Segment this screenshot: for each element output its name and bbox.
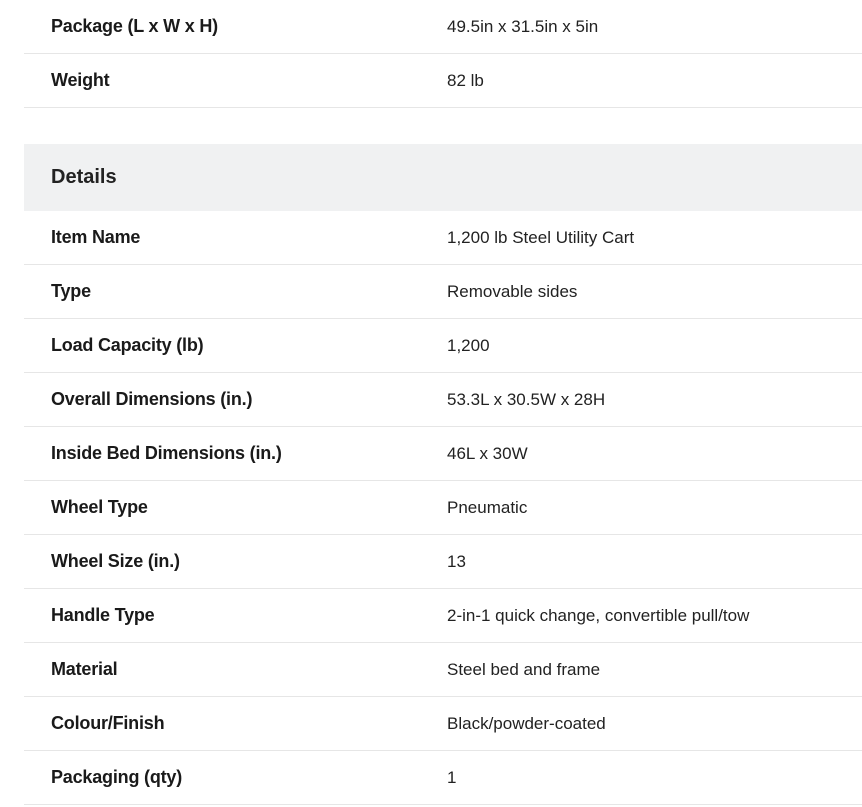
spec-value: Pneumatic [447, 498, 528, 517]
spec-row-packaging-qty: Packaging (qty) 1 [24, 751, 862, 805]
spec-value: 13 [447, 552, 466, 571]
spec-label: Load Capacity (lb) [51, 335, 204, 355]
spec-row-package-dimensions: Package (L x W x H) 49.5in x 31.5in x 5i… [24, 0, 862, 54]
spec-row-wheel-type: Wheel Type Pneumatic [24, 481, 862, 535]
spec-label: Wheel Type [51, 497, 148, 517]
spec-label: Type [51, 281, 91, 301]
spec-label: Package (L x W x H) [51, 16, 218, 36]
spec-row-handle-type: Handle Type 2-in-1 quick change, convert… [24, 589, 862, 643]
spec-value: Removable sides [447, 282, 578, 301]
spec-label: Overall Dimensions (in.) [51, 389, 253, 409]
spec-value: 1 [447, 768, 457, 787]
spec-row-material: Material Steel bed and frame [24, 643, 862, 697]
spec-value: 1,200 lb Steel Utility Cart [447, 228, 635, 247]
spec-row-wheel-size: Wheel Size (in.) 13 [24, 535, 862, 589]
spec-row-inside-bed-dimensions: Inside Bed Dimensions (in.) 46L x 30W [24, 427, 862, 481]
spec-row-weight: Weight 82 lb [24, 54, 862, 108]
spec-value: Steel bed and frame [447, 660, 601, 679]
spec-value: 46L x 30W [447, 444, 528, 463]
spec-value: 82 lb [447, 71, 484, 90]
spec-label: Handle Type [51, 605, 155, 625]
spec-value: 1,200 [447, 336, 490, 355]
spec-label: Packaging (qty) [51, 767, 183, 787]
spec-value: 49.5in x 31.5in x 5in [447, 17, 599, 36]
spec-row-load-capacity: Load Capacity (lb) 1,200 [24, 319, 862, 373]
spec-row-colour-finish: Colour/Finish Black/powder-coated [24, 697, 862, 751]
spec-label: Wheel Size (in.) [51, 551, 180, 571]
spec-row-overall-dimensions: Overall Dimensions (in.) 53.3L x 30.5W x… [24, 373, 862, 427]
details-section-header: Details [24, 144, 862, 211]
spec-label: Weight [51, 70, 110, 90]
spec-row-item-name: Item Name 1,200 lb Steel Utility Cart [24, 211, 862, 265]
spec-value: 53.3L x 30.5W x 28H [447, 390, 606, 409]
section-title: Details [51, 166, 117, 188]
spec-label: Item Name [51, 227, 141, 247]
spec-value: Black/powder-coated [447, 714, 606, 733]
spec-label: Material [51, 659, 118, 679]
spec-value: 2-in-1 quick change, convertible pull/to… [447, 606, 750, 625]
spec-label: Inside Bed Dimensions (in.) [51, 443, 282, 463]
specifications-table: Package (L x W x H) 49.5in x 31.5in x 5i… [24, 0, 862, 805]
spec-row-type: Type Removable sides [24, 265, 862, 319]
spec-label: Colour/Finish [51, 713, 165, 733]
